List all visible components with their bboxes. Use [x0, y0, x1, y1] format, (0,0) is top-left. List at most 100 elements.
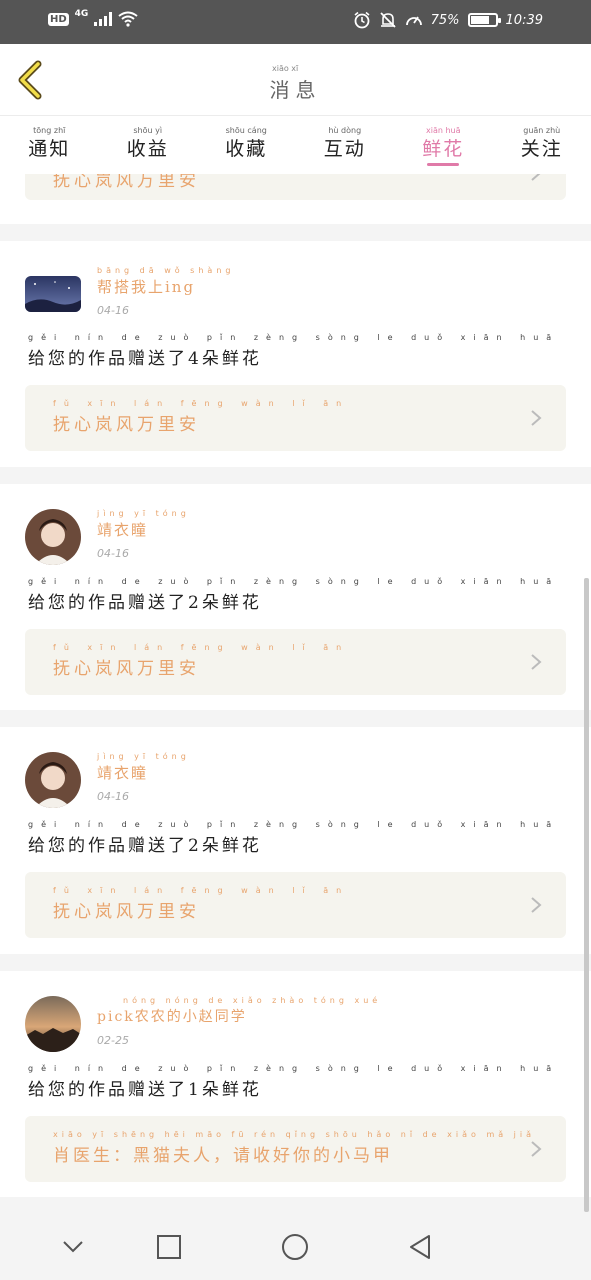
message-date: 04-16 — [97, 790, 129, 803]
work-title: xiāo yī shēng hēi māo fū rén qǐng shōu h… — [53, 1130, 531, 1166]
message-pinyin: gěi nín de zuò pǐn zèng sòng le duǒ xiān… — [28, 333, 560, 342]
message-text: gěi nín de zuò pǐn zèng sòng le duǒ xiān… — [28, 333, 551, 369]
tab-bar: tōng zhī 通知 shōu yì 收益 shōu cáng 收藏 hù d… — [0, 116, 591, 174]
tab-flowers[interactable]: xiān huā 鲜花 — [394, 116, 493, 174]
work-link[interactable]: 抚心岚风万里安 — [25, 174, 566, 200]
message-text: gěi nín de zuò pǐn zèng sòng le duǒ xiān… — [28, 577, 551, 613]
tab-label: 通知 — [28, 138, 71, 160]
tab-follow[interactable]: guān zhù 关注 — [493, 116, 591, 174]
message-pinyin: gěi nín de zuò pǐn zèng sòng le duǒ xiān… — [28, 1064, 560, 1073]
message-card: 抚心岚风万里安 — [0, 174, 591, 224]
username-pinyin: jìng yī tóng — [97, 752, 190, 761]
message-text: gěi nín de zuò pǐn zèng sòng le duǒ xiān… — [28, 820, 551, 856]
username[interactable]: nóng nóng de xiǎo zhào tóng xué pick农农的小… — [97, 996, 377, 1026]
tab-notice[interactable]: tōng zhī 通知 — [0, 116, 99, 174]
message-date: 04-16 — [97, 304, 129, 317]
battery-percent: 75% — [430, 12, 460, 28]
work-title-text: 抚心岚风万里安 — [53, 902, 200, 922]
scrollbar[interactable] — [584, 578, 589, 1212]
work-title: 抚心岚风万里安 — [53, 174, 200, 191]
tab-label: 收藏 — [225, 138, 268, 160]
message-text: gěi nín de zuò pǐn zèng sòng le duǒ xiān… — [28, 1064, 551, 1100]
clock: 10:39 — [505, 12, 543, 28]
message-pinyin: gěi nín de zuò pǐn zèng sòng le duǒ xiān… — [28, 577, 560, 586]
circle-icon[interactable] — [280, 1232, 310, 1262]
username-pinyin: bāng dā wǒ shàng — [97, 266, 235, 275]
system-nav-bar — [0, 1212, 591, 1280]
tab-interaction[interactable]: hù dòng 互动 — [296, 116, 395, 174]
username-text: 靖衣瞳 — [97, 764, 149, 782]
message-card: jìng yī tóng 靖衣瞳 04-16 gěi nín de zuò pǐ… — [0, 727, 591, 954]
hd-badge: HD — [48, 12, 69, 26]
tab-label: 关注 — [520, 138, 563, 160]
chevron-right-icon — [531, 1141, 542, 1157]
girl-portrait-avatar — [25, 509, 81, 565]
sunset-avatar — [25, 996, 81, 1052]
work-link[interactable]: fǔ xīn lán fēng wàn lǐ ān 抚心岚风万里安 — [25, 629, 566, 695]
message-card: jìng yī tóng 靖衣瞳 04-16 gěi nín de zuò pǐ… — [0, 484, 591, 710]
battery-icon — [467, 13, 501, 27]
username-pinyin: jìng yī tóng — [97, 509, 190, 518]
username-text: 帮搭我上ing — [97, 278, 196, 296]
alarm-icon — [354, 11, 370, 29]
work-title: fǔ xīn lán fēng wàn lǐ ān 抚心岚风万里安 — [53, 643, 341, 679]
work-title-text: 抚心岚风万里安 — [53, 415, 200, 435]
signal-icon — [94, 12, 113, 26]
chevron-right-icon — [531, 174, 541, 181]
active-tab-indicator — [427, 163, 460, 166]
message-body: 给您的作品赠送了4朵鲜花 — [28, 349, 262, 369]
square-icon[interactable] — [154, 1232, 184, 1262]
mute-bell-icon — [379, 12, 396, 28]
tab-label: 鲜花 — [422, 138, 465, 160]
work-title: fǔ xīn lán fēng wàn lǐ ān 抚心岚风万里安 — [53, 886, 341, 922]
message-body: 给您的作品赠送了2朵鲜花 — [28, 836, 262, 856]
chevron-down-icon[interactable] — [58, 1232, 88, 1262]
work-pinyin: fǔ xīn lán fēng wàn lǐ ān — [53, 643, 350, 652]
user-avatar[interactable] — [25, 276, 81, 312]
message-list[interactable]: 抚心岚风万里安 bāng dā wǒ shàng 帮搭我上ing 04-16 g… — [0, 174, 591, 1212]
network-type: 4G — [74, 9, 89, 19]
message-card: bāng dā wǒ shàng 帮搭我上ing 04-16 gěi nín d… — [0, 241, 591, 467]
work-link[interactable]: fǔ xīn lán fēng wàn lǐ ān 抚心岚风万里安 — [25, 872, 566, 938]
tab-earnings[interactable]: shōu yì 收益 — [99, 116, 198, 174]
tab-favorites[interactable]: shōu cáng 收藏 — [197, 116, 296, 174]
username[interactable]: jìng yī tóng 靖衣瞳 — [97, 509, 186, 540]
work-pinyin: fǔ xīn lán fēng wàn lǐ ān — [53, 886, 350, 895]
user-avatar[interactable] — [25, 996, 81, 1052]
chevron-right-icon — [531, 410, 542, 426]
night-sky-avatar — [25, 276, 81, 312]
work-title-text: 肖医生：黑猫夫人，请收好你的小马甲 — [53, 1146, 393, 1166]
work-link[interactable]: xiāo yī shēng hēi māo fū rén qǐng shōu h… — [25, 1116, 566, 1182]
header: xiāo xī 消息 — [0, 44, 591, 116]
username-pinyin: nóng nóng de xiǎo zhào tóng xué — [123, 996, 382, 1005]
chevron-right-icon — [531, 897, 542, 913]
tab-label: 互动 — [323, 138, 366, 160]
triangle-back-icon[interactable] — [405, 1232, 435, 1262]
user-avatar[interactable] — [25, 509, 81, 565]
status-left: HD 4G — [48, 9, 138, 27]
work-title: fǔ xīn lán fēng wàn lǐ ān 抚心岚风万里安 — [53, 399, 341, 435]
username[interactable]: bāng dā wǒ shàng 帮搭我上ing — [97, 266, 230, 297]
work-link[interactable]: fǔ xīn lán fēng wàn lǐ ān 抚心岚风万里安 — [25, 385, 566, 451]
username-text: 靖衣瞳 — [97, 521, 149, 539]
work-pinyin: fǔ xīn lán fēng wàn lǐ ān — [53, 399, 350, 408]
wifi-icon — [118, 11, 138, 27]
user-avatar[interactable] — [25, 752, 81, 808]
username[interactable]: jìng yī tóng 靖衣瞳 — [97, 752, 186, 783]
work-pinyin: xiāo yī shēng hēi māo fū rén qǐng shōu h… — [53, 1130, 536, 1139]
message-date: 04-16 — [97, 547, 129, 560]
message-pinyin: gěi nín de zuò pǐn zèng sòng le duǒ xiān… — [28, 820, 560, 829]
title-pinyin: xiāo xī — [272, 64, 299, 73]
work-title-text: 抚心岚风万里安 — [53, 659, 200, 679]
chevron-right-icon — [531, 654, 542, 670]
message-card: nóng nóng de xiǎo zhào tóng xué pick农农的小… — [0, 971, 591, 1197]
message-body: 给您的作品赠送了1朵鲜花 — [28, 1080, 262, 1100]
page-title: 消息 — [269, 78, 322, 102]
girl-portrait-avatar — [25, 752, 81, 808]
status-bar: HD 4G 75% 10:39 — [0, 0, 591, 44]
status-right: 75% 10:39 — [353, 11, 543, 29]
speed-gauge-icon — [405, 16, 422, 26]
tab-label: 收益 — [126, 138, 169, 160]
message-date: 02-25 — [97, 1034, 129, 1047]
message-body: 给您的作品赠送了2朵鲜花 — [28, 593, 262, 613]
